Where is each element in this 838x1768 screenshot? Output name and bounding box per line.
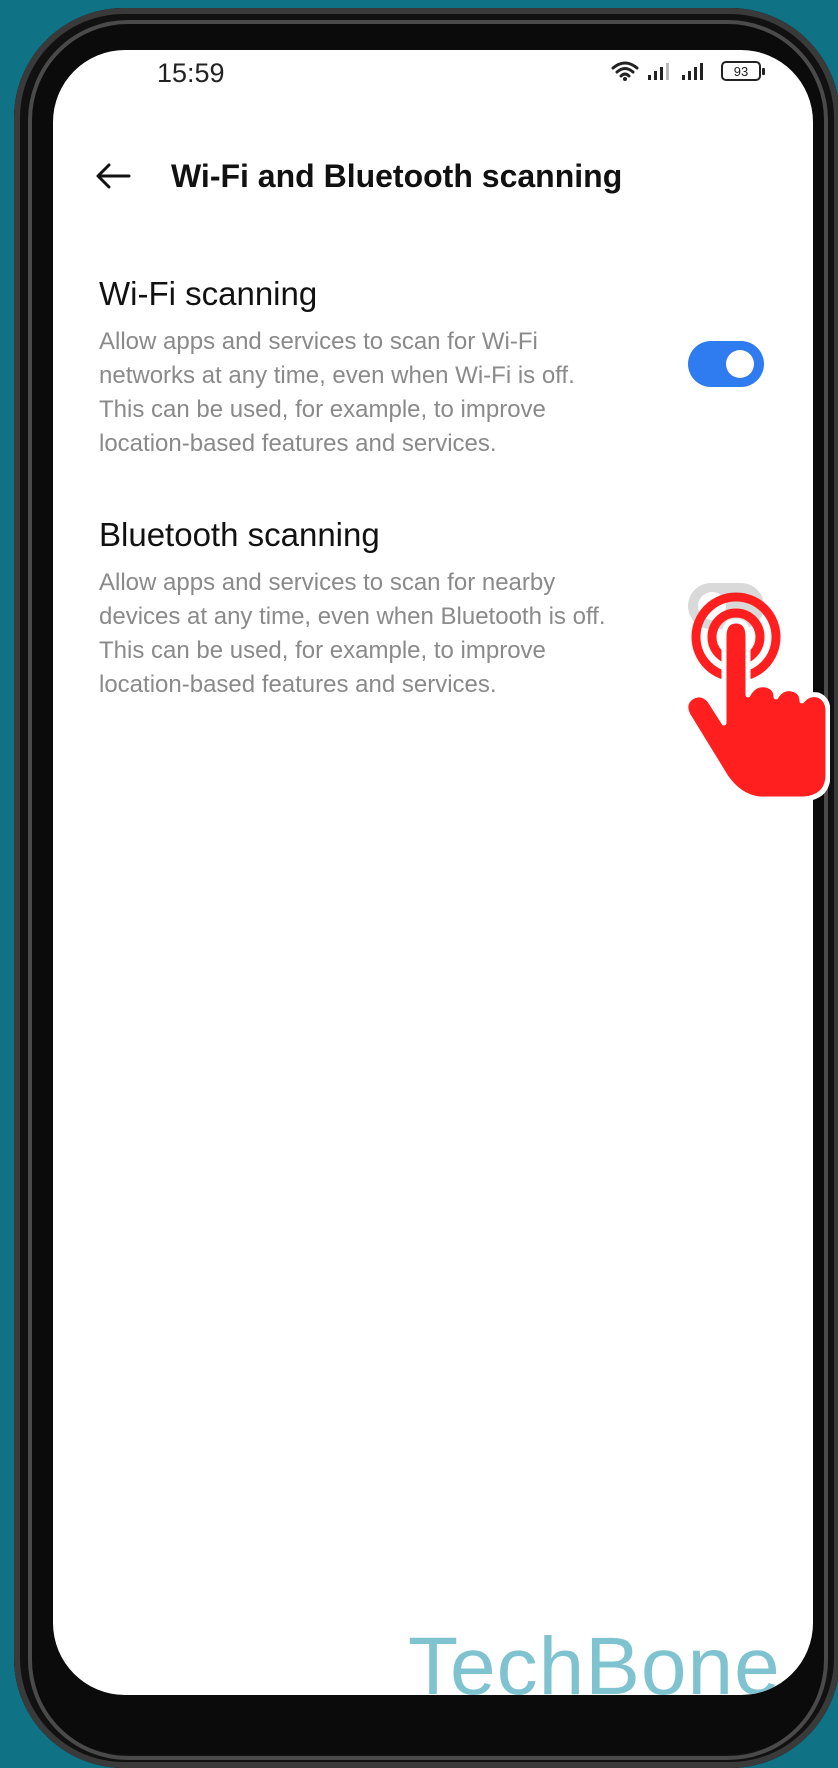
setting-description: Allow apps and services to scan for Wi-F… bbox=[99, 328, 575, 457]
setting-title: Bluetooth scanning bbox=[99, 516, 380, 553]
signal-icon bbox=[682, 63, 703, 80]
battery-icon: 93 bbox=[721, 61, 765, 81]
tap-hand-icon bbox=[683, 592, 830, 800]
battery-level: 93 bbox=[733, 63, 749, 79]
wifi-scanning-toggle[interactable] bbox=[688, 341, 764, 387]
page-title: Wi-Fi and Bluetooth scanning bbox=[171, 158, 623, 194]
signal-icon bbox=[648, 63, 669, 80]
setting-description: Allow apps and services to scan for near… bbox=[99, 569, 606, 698]
bluetooth-scanning-row[interactable]: Bluetooth scanning Allow apps and servic… bbox=[99, 516, 759, 702]
wifi-icon bbox=[611, 61, 639, 81]
back-button[interactable] bbox=[91, 154, 135, 198]
watermark-text: TechBone bbox=[408, 1621, 781, 1695]
status-icons: 93 bbox=[611, 60, 765, 82]
wifi-scanning-row[interactable]: Wi-Fi scanning Allow apps and services t… bbox=[99, 275, 759, 461]
arrow-left-icon bbox=[96, 163, 131, 189]
watermark: TechBone bbox=[408, 1620, 781, 1695]
status-time: 15:59 bbox=[157, 58, 225, 88]
toggle-knob bbox=[726, 350, 754, 378]
setting-title: Wi-Fi scanning bbox=[99, 275, 318, 312]
phone-screen: 15:59 93 Wi-Fi and Bluetooth scanning Wi… bbox=[53, 50, 813, 1695]
